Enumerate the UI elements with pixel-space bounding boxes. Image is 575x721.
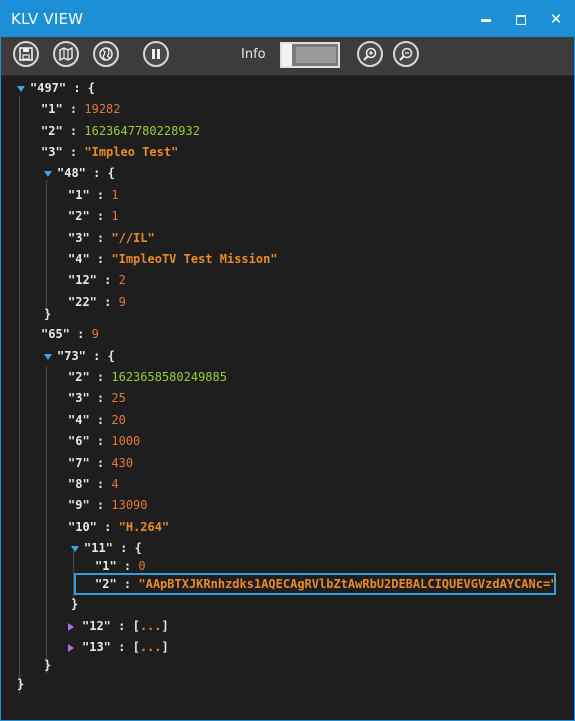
minimize-button[interactable]	[474, 5, 498, 29]
expand-arrow-icon[interactable]	[17, 85, 25, 92]
indent-guide	[46, 366, 47, 674]
closing-brace: }	[17, 677, 25, 691]
tree-entry[interactable]: "6" : 1000	[68, 431, 140, 451]
toggle-track	[296, 47, 336, 63]
selected-tree-entry[interactable]: "2" : "AApBTXJKRnhzdks1AQECAgRVlbZtAwRbU…	[95, 574, 557, 594]
expand-arrow-icon[interactable]	[44, 353, 52, 360]
klv-view-window: KLV VIEW ✕ Info "497": {"1": 19282 "2…	[0, 0, 575, 721]
tree-entry[interactable]: "3" : "//IL"	[68, 228, 155, 248]
maximize-icon	[516, 15, 526, 25]
save-icon	[19, 47, 33, 61]
pause-button[interactable]	[143, 41, 169, 67]
closing-brace: }	[44, 307, 52, 321]
toolbar: Info	[1, 37, 574, 76]
close-button[interactable]: ✕	[544, 7, 568, 31]
map-icon	[59, 46, 73, 62]
tree-entry[interactable]: "4" : 20	[68, 410, 126, 430]
tree-entry[interactable]: "10" : "H.264"	[68, 517, 169, 537]
close-icon: ✕	[549, 10, 563, 28]
tree-entry[interactable]: "3" : "Impleo Test"	[41, 142, 178, 162]
tree-entry[interactable]: "1" : 19282	[41, 99, 121, 119]
tree-entry[interactable]: "65" : 9	[41, 324, 99, 344]
tree-node-11[interactable]: "11" : {	[71, 538, 142, 558]
tree-node-13[interactable]: "13" : [...]	[68, 637, 169, 657]
zoom-out-button[interactable]	[393, 41, 419, 67]
info-toggle[interactable]	[280, 42, 340, 68]
zoom-in-button[interactable]	[357, 41, 383, 67]
tree-node-48[interactable]: "48" : {	[44, 163, 115, 183]
collapse-arrow-icon[interactable]	[68, 622, 74, 631]
tree-node-12[interactable]: "12" : [...]	[68, 616, 169, 636]
tree-entry[interactable]: "2" : 1623658580249885	[68, 367, 227, 387]
tree-entry[interactable]: "12" : 2	[68, 270, 126, 290]
globe-button[interactable]	[93, 41, 119, 67]
tree-entry[interactable]: "3" : 25	[68, 388, 126, 408]
tree-entry[interactable]: "8" : 4	[68, 474, 119, 494]
indent-guide	[46, 180, 47, 314]
tree-entry[interactable]: "1" : 1	[68, 185, 119, 205]
indent-guide	[19, 96, 20, 694]
window-title: KLV VIEW	[11, 10, 84, 28]
tree-entry[interactable]: "4" : "ImpleoTV Test Mission"	[68, 249, 278, 269]
tree-entry[interactable]: "9" : 13090	[68, 495, 148, 515]
klv-tree[interactable]: "497" : { "1" : 19282 "2" : 162364778022…	[1, 76, 574, 720]
tree-node-497[interactable]: "497" : {	[17, 78, 95, 98]
expand-arrow-icon[interactable]	[44, 170, 52, 177]
toggle-knob	[282, 44, 292, 66]
closing-brace: }	[44, 658, 52, 672]
title-bar[interactable]: KLV VIEW ✕	[1, 1, 574, 37]
tree-node-73[interactable]: "73" : {	[44, 346, 115, 366]
maximize-button[interactable]	[509, 7, 533, 31]
save-button[interactable]	[13, 41, 39, 67]
map-button[interactable]	[53, 41, 79, 67]
pause-icon	[152, 49, 160, 59]
zoom-in-icon	[363, 47, 377, 61]
closing-brace: }	[71, 597, 79, 611]
minimize-icon	[481, 19, 491, 22]
collapse-arrow-icon[interactable]	[68, 643, 74, 652]
expand-arrow-icon[interactable]	[71, 545, 79, 552]
globe-icon	[99, 47, 113, 61]
tree-entry[interactable]: "2" : 1	[68, 206, 119, 226]
tree-entry[interactable]: "7" : 430	[68, 453, 133, 473]
tree-entry[interactable]: "22" : 9	[68, 292, 126, 312]
zoom-out-icon	[399, 47, 413, 61]
tree-entry[interactable]: "2" : 1623647780228932	[41, 121, 200, 141]
info-label: Info	[241, 47, 266, 62]
